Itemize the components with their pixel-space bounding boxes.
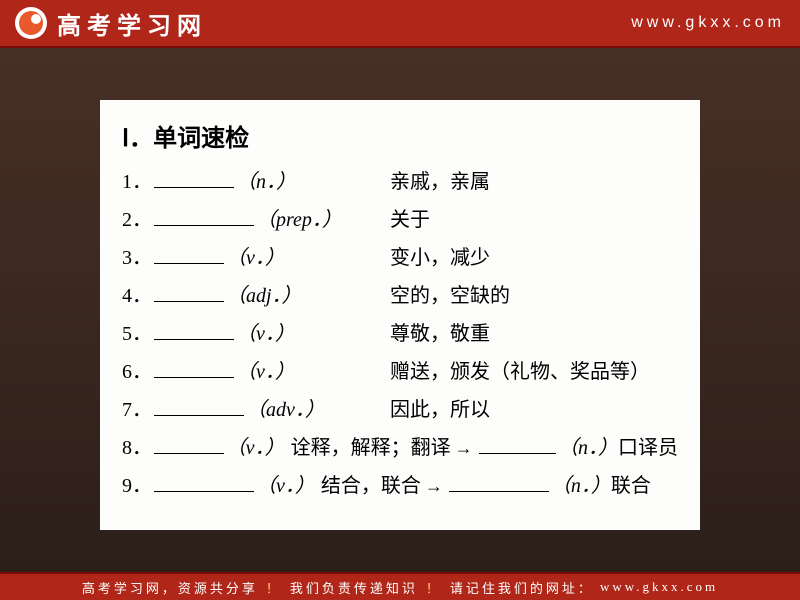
definition: 口译员 <box>618 429 678 467</box>
part-of-speech: （v．） <box>226 239 285 277</box>
vocab-row: 1． （n．） 亲戚，亲属 <box>122 163 678 201</box>
fill-blank <box>154 358 234 378</box>
vocab-row: 9． （v．）结合，联合→ （n．）联合 <box>122 467 678 505</box>
definition: 赠送，颁发（礼物、奖品等） <box>390 353 650 391</box>
definition: 结合，联合 <box>321 467 421 505</box>
item-number: 8． <box>122 429 152 467</box>
part-of-speech: （adj．） <box>226 277 302 315</box>
item-number: 9． <box>122 467 152 505</box>
fill-blank <box>154 472 254 492</box>
arrow-icon: → <box>455 431 473 465</box>
vocab-row: 2． （prep．） 关于 <box>122 201 678 239</box>
vocab-row: 3． （v．） 变小，减少 <box>122 239 678 277</box>
fill-blank <box>154 168 234 188</box>
part-of-speech: （v．） <box>236 315 295 353</box>
footer-url: www.gkxx.com <box>600 579 718 595</box>
definition: 关于 <box>390 201 430 239</box>
fill-blank <box>154 282 224 302</box>
vocab-list: 1． （n．） 亲戚，亲属 2． （prep．） 关于 3． （v．） 变小，减少 4． （adj．… <box>122 163 678 505</box>
part-of-speech: （adv．） <box>246 391 325 429</box>
part-of-speech: （n．） <box>551 467 611 505</box>
definition: 联合 <box>611 467 651 505</box>
footer-dot-icon: ！ <box>426 578 442 597</box>
definition: 空的，空缺的 <box>390 277 510 315</box>
panel-title: Ⅰ．单词速检 <box>122 118 678 153</box>
part-of-speech: （n．） <box>236 163 296 201</box>
footer-text-2: 我们负责传递知识 <box>290 578 418 597</box>
part-of-speech: （v．） <box>226 429 285 467</box>
definition: 因此，所以 <box>390 391 490 429</box>
fill-blank <box>154 396 244 416</box>
part-of-speech: （prep．） <box>256 201 342 239</box>
vocab-row: 7． （adv．） 因此，所以 <box>122 391 678 429</box>
footer-text-1: 高考学习网，资源共分享 <box>82 578 258 597</box>
vocab-row: 4． （adj．） 空的，空缺的 <box>122 277 678 315</box>
logo-section: 高考学习网 <box>15 6 207 41</box>
item-number: 3． <box>122 239 152 277</box>
item-number: 2． <box>122 201 152 239</box>
fill-blank <box>154 434 224 454</box>
part-of-speech: （v．） <box>256 467 315 505</box>
definition: 尊敬，敬重 <box>390 315 490 353</box>
item-number: 4． <box>122 277 152 315</box>
site-title: 高考学习网 <box>57 6 207 41</box>
item-number: 7． <box>122 391 152 429</box>
fill-blank <box>154 244 224 264</box>
header-url: www.gkxx.com <box>631 14 785 32</box>
part-of-speech: （n．） <box>558 429 618 467</box>
fill-blank <box>154 206 254 226</box>
fill-blank <box>479 434 556 454</box>
footer-dot-icon: ！ <box>266 578 282 597</box>
vocab-row: 8． （v．）诠释，解释；翻译→ （n．）口译员 <box>122 429 678 467</box>
vocab-row: 5． （v．） 尊敬，敬重 <box>122 315 678 353</box>
fill-blank <box>154 320 234 340</box>
arrow-icon: → <box>425 469 443 503</box>
item-number: 1． <box>122 163 152 201</box>
part-of-speech: （v．） <box>236 353 295 391</box>
definition: 诠释，解释；翻译 <box>291 429 451 467</box>
vocab-row: 6． （v．） 赠送，颁发（礼物、奖品等） <box>122 353 678 391</box>
logo-icon <box>15 7 47 39</box>
header-bar: 高考学习网 www.gkxx.com <box>0 0 800 48</box>
definition: 变小，减少 <box>390 239 490 277</box>
footer-bar: 高考学习网，资源共分享 ！ 我们负责传递知识 ！ 请记住我们的网址： www.g… <box>0 572 800 600</box>
item-number: 5． <box>122 315 152 353</box>
item-number: 6． <box>122 353 152 391</box>
footer-text-3: 请记住我们的网址： <box>450 578 594 597</box>
fill-blank <box>449 472 549 492</box>
definition: 亲戚，亲属 <box>390 163 490 201</box>
content-panel: Ⅰ．单词速检 1． （n．） 亲戚，亲属 2． （prep．） 关于 3． （v．） 变小，减少… <box>100 100 700 530</box>
